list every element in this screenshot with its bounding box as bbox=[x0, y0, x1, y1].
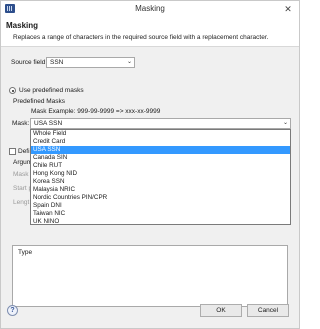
use-predefined-label: Use predefined masks bbox=[19, 87, 84, 94]
dropdown-option[interactable]: Canada SIN bbox=[31, 154, 290, 162]
dialog-header: Masking Replaces a range of characters i… bbox=[1, 17, 299, 47]
define-custom-checkbox[interactable] bbox=[9, 148, 16, 155]
mask-combo-value: USA SSN bbox=[34, 120, 63, 127]
predefined-section-label: Predefined Masks bbox=[13, 98, 66, 105]
table-column-type: Type bbox=[18, 249, 33, 256]
arguments-table[interactable]: Type bbox=[12, 245, 288, 307]
cancel-button[interactable]: Cancel bbox=[247, 304, 289, 317]
dropdown-option[interactable]: Nordic Countries PIN/CPR bbox=[31, 194, 290, 202]
mask-combo[interactable]: USA SSN ⌄ bbox=[30, 118, 291, 129]
dropdown-option[interactable]: Chile RUT bbox=[31, 162, 290, 170]
masking-dialog: Masking ✕ Masking Replaces a range of ch… bbox=[0, 0, 300, 329]
source-field-combo[interactable]: SSN ⌄ bbox=[46, 57, 135, 68]
ok-button[interactable]: OK bbox=[200, 304, 242, 317]
dropdown-option[interactable]: UK NINO bbox=[31, 218, 290, 226]
dropdown-option[interactable]: Credit Card bbox=[31, 138, 290, 146]
source-field-value: SSN bbox=[50, 59, 64, 66]
dialog-title: Masking bbox=[6, 21, 39, 30]
chevron-down-icon: ⌄ bbox=[126, 59, 132, 65]
length-label: Lengt bbox=[13, 199, 30, 206]
dropdown-option[interactable]: Korea SSN bbox=[31, 178, 290, 186]
chevron-down-icon: ⌄ bbox=[282, 120, 288, 126]
dropdown-option[interactable]: Malaysia NRIC bbox=[31, 186, 290, 194]
help-icon[interactable]: ? bbox=[7, 305, 18, 316]
title-bar: Masking ✕ bbox=[1, 1, 299, 17]
mask-label: Mask: bbox=[12, 120, 30, 127]
window-title: Masking bbox=[135, 4, 165, 13]
mask-dropdown-list[interactable]: Whole Field Credit Card USA SSN Canada S… bbox=[30, 129, 291, 225]
source-field-label: Source field: bbox=[11, 59, 48, 66]
close-button[interactable]: ✕ bbox=[281, 4, 295, 14]
dropdown-option[interactable]: Taiwan NIC bbox=[31, 210, 290, 218]
dropdown-option-selected[interactable]: USA SSN bbox=[31, 146, 290, 154]
dropdown-option[interactable]: Whole Field bbox=[31, 130, 290, 138]
dropdown-option[interactable]: Spain DNI bbox=[31, 202, 290, 210]
define-custom-label: Defi bbox=[18, 148, 30, 155]
dialog-description: Replaces a range of characters in the re… bbox=[13, 34, 269, 41]
mask-example: Mask Example: 999-99-9999 => xxx-xx-9999 bbox=[31, 108, 161, 115]
mask-char-label: Mask bbox=[13, 171, 29, 178]
use-predefined-radio[interactable] bbox=[9, 87, 16, 94]
dropdown-option[interactable]: Hong Kong NID bbox=[31, 170, 290, 178]
